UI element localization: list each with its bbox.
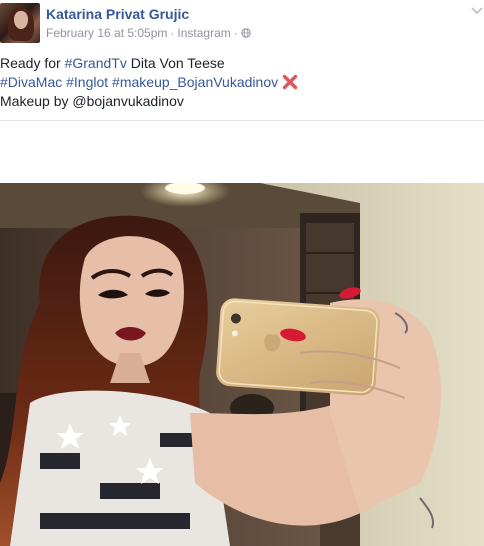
post-header: Katarina Privat Grujic February 16 at 5:… bbox=[0, 0, 484, 44]
globe-icon bbox=[241, 28, 251, 38]
post-body: Ready for #GrandTv Dita Von Teese #DivaM… bbox=[0, 54, 480, 111]
timestamp[interactable]: February 16 at 5:05pm bbox=[46, 26, 167, 40]
text-ready-for: Ready for bbox=[0, 55, 65, 71]
avatar[interactable] bbox=[0, 3, 40, 43]
text-dita: Dita Von Teese bbox=[126, 55, 225, 71]
cross-mark-emoji-icon bbox=[282, 74, 298, 90]
source-label[interactable]: Instagram bbox=[177, 26, 230, 40]
post-line-1: Ready for #GrandTv Dita Von Teese bbox=[0, 54, 480, 73]
chevron-down-icon[interactable] bbox=[470, 3, 484, 17]
post-line-2: #DivaMac #Inglot #makeup_BojanVukadinov bbox=[0, 73, 480, 92]
post-photo[interactable] bbox=[0, 183, 484, 546]
hashtag-grandtv[interactable]: #GrandTv bbox=[65, 55, 127, 71]
post-line-3: Makeup by @bojanvukadinov bbox=[0, 93, 184, 109]
meta-separator-2: · bbox=[233, 26, 238, 40]
post-meta: February 16 at 5:05pm · Instagram · bbox=[46, 26, 251, 40]
hashtags[interactable]: #DivaMac #Inglot #makeup_BojanVukadinov bbox=[0, 74, 278, 90]
selfie-image bbox=[0, 183, 484, 546]
divider bbox=[0, 120, 484, 121]
author-name[interactable]: Katarina Privat Grujic bbox=[46, 6, 189, 22]
meta-separator: · bbox=[170, 26, 175, 40]
